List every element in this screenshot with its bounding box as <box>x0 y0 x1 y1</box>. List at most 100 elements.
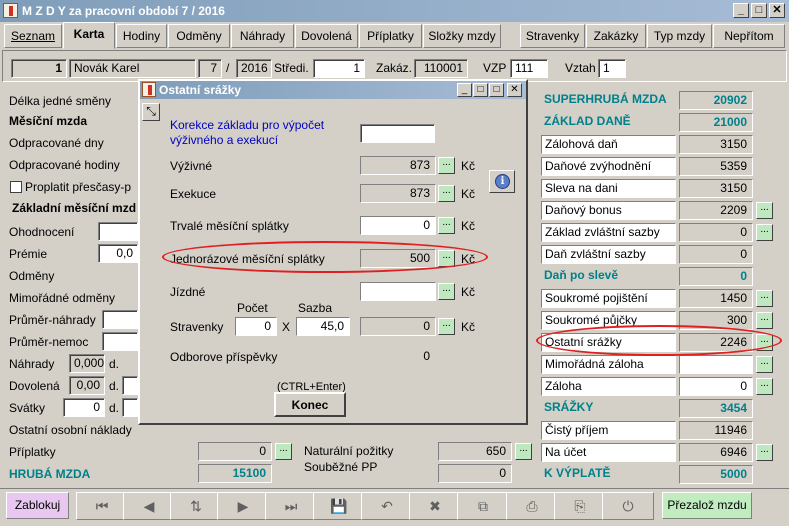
premie-field[interactable]: 0,0 <box>98 244 138 263</box>
tab-nepritom[interactable]: Nepřítom <box>713 24 785 48</box>
naturalni-detail-button[interactable]: ... <box>515 443 532 460</box>
korekce-field[interactable] <box>360 124 435 143</box>
employee-id: 1 <box>11 59 67 78</box>
jizdne-field[interactable] <box>360 282 436 301</box>
svatky-field[interactable]: 0 <box>63 398 105 417</box>
maximize-button[interactable]: □ <box>751 3 767 18</box>
zakladni-mzda-label: Základní měsíční mzd <box>12 201 137 215</box>
dialog-close-button[interactable]: ✕ <box>507 83 522 97</box>
right-label-2: Zálohová daň <box>541 135 676 154</box>
exekuce-detail-button[interactable]: ... <box>438 185 455 202</box>
print-preview-icon[interactable]: ⎘ <box>554 492 606 520</box>
save-icon[interactable]: 💾 <box>313 492 365 520</box>
power-icon[interactable]: ⏻ <box>602 492 654 520</box>
previous-record-icon[interactable]: ◀ <box>123 492 175 520</box>
info-button[interactable]: i <box>489 170 515 193</box>
vztah-field[interactable]: 1 <box>598 59 626 78</box>
ohodnoceni-label: Ohodnocení <box>9 225 75 239</box>
naturalni-pozitky-label: Naturální požitky <box>304 444 394 458</box>
stravenky-value: 0 <box>360 317 436 336</box>
dialog-maximize-button[interactable]: □ <box>473 83 488 97</box>
first-record-icon[interactable]: ⏮ <box>76 492 128 520</box>
copy-icon[interactable]: ⧉ <box>457 492 509 520</box>
jizdne-detail-button[interactable]: ... <box>438 283 455 300</box>
korekce-label: Korekce základu pro výpočet výživného a … <box>170 118 325 147</box>
right-detail-button-5[interactable]: ... <box>756 202 773 219</box>
right-detail-button-16[interactable]: ... <box>756 444 773 461</box>
naturalni-pozitky-value: 650 <box>438 442 512 461</box>
vyzivne-detail-button[interactable]: ... <box>438 157 455 174</box>
priplatky-value: 0 <box>198 442 272 461</box>
delete-record-icon[interactable]: ✖ <box>409 492 461 520</box>
right-value-15: 11946 <box>679 421 753 440</box>
right-label-5: Daňový bonus <box>541 201 676 220</box>
ohodnoceni-field[interactable] <box>98 222 138 241</box>
sort-icon[interactable]: ⇅ <box>170 492 222 520</box>
prezaloz-mzdu-button[interactable]: Přezalož mzdu <box>662 492 752 519</box>
tab-zakazky[interactable]: Zakázky <box>586 24 646 48</box>
prumer-nemoc-field[interactable] <box>102 332 138 351</box>
soubezne-pp-value: 0 <box>438 464 512 483</box>
tab-hodiny[interactable]: Hodiny <box>116 24 167 48</box>
right-detail-button-9[interactable]: ... <box>756 290 773 307</box>
next-record-icon[interactable]: ▶ <box>217 492 269 520</box>
stravenky-detail-button[interactable]: ... <box>438 318 455 335</box>
dialog-minimize-button[interactable]: _ <box>457 83 472 97</box>
undo-icon[interactable]: ↶ <box>361 492 413 520</box>
svatky-unit: d. <box>109 401 120 415</box>
close-button[interactable]: ✕ <box>769 3 785 18</box>
right-detail-button-12[interactable]: ... <box>756 356 773 373</box>
exekuce-value: 873 <box>360 184 436 203</box>
tab-stravenky[interactable]: Stravenky <box>520 24 585 48</box>
zablokuj-button[interactable]: Zablokuj <box>6 492 69 519</box>
tab-seznam[interactable]: Seznam <box>4 24 62 48</box>
trvale-splatky-field[interactable]: 0 <box>360 216 436 235</box>
right-label-3: Daňové zvýhodnění <box>541 157 676 176</box>
odprac-hodiny-label: Odpracované hodiny <box>9 158 120 172</box>
vyzivne-label: Výživné <box>170 159 213 173</box>
stravenky-pocet-field[interactable]: 0 <box>235 317 277 336</box>
info-icon: i <box>495 174 510 189</box>
tab-dovolena[interactable]: Dovolená <box>295 24 358 48</box>
right-detail-button-6[interactable]: ... <box>756 224 773 241</box>
tab-odmeny[interactable]: Odměny <box>168 24 230 48</box>
last-record-icon[interactable]: ⏭ <box>265 492 317 520</box>
tab-typ-mzdy[interactable]: Typ mzdy <box>647 24 712 48</box>
ostatni-naklady-label: Ostatní osobní náklady <box>9 423 132 437</box>
stredisko-field[interactable]: 1 <box>313 59 365 78</box>
tab-nahrady[interactable]: Náhrady <box>231 24 294 48</box>
dialog-restore-button[interactable]: □ <box>489 83 504 97</box>
right-value-2: 3150 <box>679 135 753 154</box>
right-value-13[interactable]: 0 <box>679 377 753 396</box>
svatky-extra-field[interactable] <box>122 398 138 417</box>
prumer-nahrady-field[interactable] <box>102 310 138 329</box>
mimoradne-label: Mimořádné odměny <box>9 291 116 305</box>
right-value-0: 20902 <box>679 91 753 110</box>
odborove-value: 0 <box>360 347 436 366</box>
right-detail-button-13[interactable]: ... <box>756 378 773 395</box>
tab-slozky-mzdy[interactable]: Složky mzdy <box>423 24 501 48</box>
minimize-button[interactable]: _ <box>733 3 749 18</box>
right-value-17: 5000 <box>679 465 753 484</box>
right-label-6: Základ zvláštní sazby <box>541 223 676 242</box>
trvale-detail-button[interactable]: ... <box>438 217 455 234</box>
resize-arrows-icon[interactable]: ⤡ <box>142 103 160 121</box>
right-value-5: 2209 <box>679 201 753 220</box>
stravenky-sazba-field[interactable]: 45,0 <box>296 317 350 336</box>
right-value-12[interactable] <box>679 355 753 374</box>
period-year: 2016 <box>236 59 272 78</box>
right-detail-button-10[interactable]: ... <box>756 312 773 329</box>
tab-priplatky[interactable]: Příplatky <box>359 24 422 48</box>
premie-label: Prémie <box>9 247 48 261</box>
right-value-16: 6946 <box>679 443 753 462</box>
konec-button[interactable]: Konec <box>274 392 346 417</box>
tab-karta[interactable]: Karta <box>63 22 115 49</box>
right-value-4: 3150 <box>679 179 753 198</box>
odborove-label: Odborove příspěvky <box>170 350 278 364</box>
priplatky-detail-button[interactable]: ... <box>275 443 292 460</box>
prumer-nahrady-label: Průměr-náhrady <box>9 313 96 327</box>
dovolena-extra-field[interactable] <box>122 376 138 395</box>
print-icon[interactable]: ⎙ <box>506 492 558 520</box>
vzp-field[interactable]: 111 <box>510 59 548 78</box>
proplatit-checkbox[interactable] <box>10 181 22 193</box>
